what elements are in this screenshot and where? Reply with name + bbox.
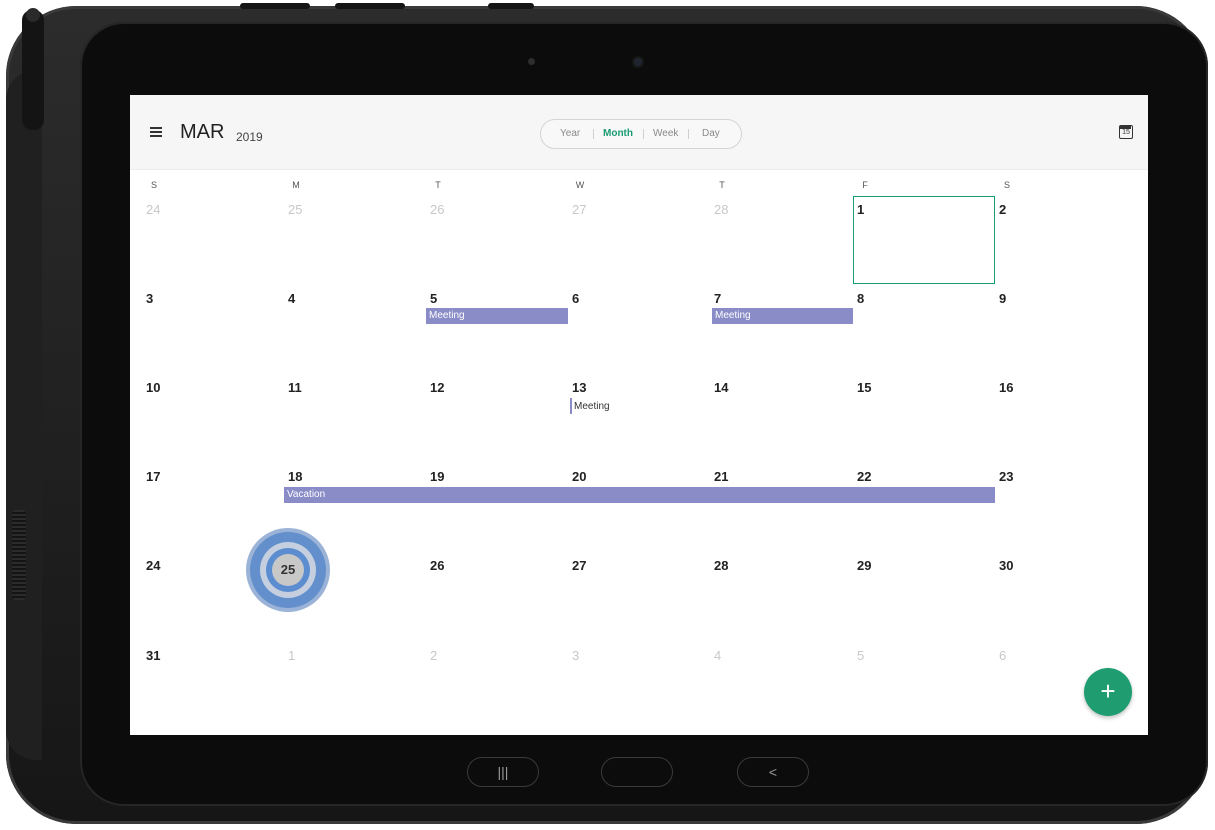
weekday-header: T bbox=[435, 180, 441, 190]
day-cell[interactable]: 9 bbox=[999, 291, 1006, 306]
event-meeting-5[interactable]: Meeting bbox=[426, 308, 568, 324]
calendar-today-icon[interactable]: 15 bbox=[1119, 125, 1133, 139]
day-cell[interactable]: 2 bbox=[999, 202, 1006, 217]
day-cell[interactable]: 27 bbox=[572, 558, 586, 573]
tablet-side-grip bbox=[6, 70, 42, 760]
top-vent bbox=[488, 3, 534, 9]
day-cell[interactable]: 26 bbox=[430, 558, 444, 573]
weekday-header: T bbox=[719, 180, 725, 190]
day-cell[interactable]: 27 bbox=[572, 202, 586, 217]
year-title: 2019 bbox=[236, 130, 263, 144]
day-cell[interactable]: 24 bbox=[146, 202, 160, 217]
weekday-header: F bbox=[862, 180, 868, 190]
day-cell[interactable]: 1 bbox=[857, 202, 864, 217]
hamburger-menu-icon[interactable] bbox=[150, 127, 162, 137]
day-cell[interactable]: 3 bbox=[146, 291, 153, 306]
day-cell[interactable]: 16 bbox=[999, 380, 1013, 395]
weekday-header: S bbox=[150, 180, 157, 190]
front-camera bbox=[634, 58, 642, 66]
day-cell[interactable]: 23 bbox=[999, 469, 1013, 484]
add-event-button[interactable]: + bbox=[1084, 668, 1132, 716]
volume-button bbox=[240, 3, 310, 9]
event-vacation[interactable]: Vacation bbox=[284, 487, 995, 503]
recents-key[interactable]: ||| bbox=[467, 757, 539, 787]
day-cell[interactable]: 28 bbox=[714, 558, 728, 573]
view-option-week[interactable]: Week bbox=[653, 128, 678, 139]
day-cell[interactable]: 22 bbox=[857, 469, 871, 484]
day-cell[interactable]: 15 bbox=[857, 380, 871, 395]
power-button bbox=[335, 3, 405, 9]
day-cell[interactable]: 3 bbox=[572, 648, 579, 663]
selected-day-box bbox=[853, 196, 995, 284]
day-cell[interactable]: 21 bbox=[714, 469, 728, 484]
view-option-month[interactable]: Month bbox=[603, 128, 633, 139]
day-cell[interactable]: 17 bbox=[146, 469, 160, 484]
day-cell[interactable]: 7 bbox=[714, 291, 721, 306]
day-cell[interactable]: 2 bbox=[430, 648, 437, 663]
day-cell[interactable]: 5 bbox=[857, 648, 864, 663]
month-title: MAR bbox=[180, 121, 225, 143]
day-cell[interactable]: 4 bbox=[714, 648, 721, 663]
day-cell[interactable]: 5 bbox=[430, 291, 437, 306]
day-cell[interactable]: 6 bbox=[572, 291, 579, 306]
day-cell[interactable]: 11 bbox=[288, 380, 302, 395]
day-cell[interactable]: 25 bbox=[288, 202, 302, 217]
day-cell[interactable]: 8 bbox=[857, 291, 864, 306]
view-switcher: Year Month Week Day bbox=[540, 119, 742, 149]
day-cell[interactable]: 12 bbox=[430, 380, 444, 395]
day-cell[interactable]: 29 bbox=[857, 558, 871, 573]
back-key[interactable]: < bbox=[737, 757, 809, 787]
s-pen bbox=[22, 10, 44, 130]
home-key[interactable] bbox=[601, 757, 673, 787]
day-cell[interactable]: 14 bbox=[714, 380, 728, 395]
touch-indicator: 25 bbox=[246, 528, 330, 612]
weekday-header: M bbox=[292, 180, 300, 190]
day-cell[interactable]: 31 bbox=[146, 648, 160, 663]
event-meeting-7[interactable]: Meeting bbox=[712, 308, 853, 324]
day-cell-today[interactable]: 25 bbox=[272, 562, 304, 577]
view-option-year[interactable]: Year bbox=[560, 128, 580, 139]
day-cell[interactable]: 6 bbox=[999, 648, 1006, 663]
event-meeting-13[interactable]: Meeting bbox=[574, 401, 610, 412]
weekday-header: W bbox=[575, 180, 585, 190]
s-pen-cap bbox=[26, 8, 40, 22]
month-grid: Meeting Meeting Meeting Vacation + S M T W T… bbox=[130, 169, 1148, 735]
calendar-header: MAR 2019 Year Month Week Day 15 bbox=[130, 95, 1148, 169]
day-cell[interactable]: 24 bbox=[146, 558, 160, 573]
day-cell[interactable]: 18 bbox=[288, 469, 302, 484]
light-sensor bbox=[528, 58, 535, 65]
day-cell[interactable]: 10 bbox=[146, 380, 160, 395]
day-cell[interactable]: 19 bbox=[430, 469, 444, 484]
day-cell[interactable]: 1 bbox=[288, 648, 295, 663]
event-marker-13 bbox=[570, 398, 572, 414]
weekday-header: S bbox=[1003, 180, 1010, 190]
day-cell[interactable]: 4 bbox=[288, 291, 295, 306]
tablet-grip-texture bbox=[12, 510, 26, 600]
day-cell[interactable]: 28 bbox=[714, 202, 728, 217]
day-cell[interactable]: 13 bbox=[572, 380, 586, 395]
screen: MAR 2019 Year Month Week Day 15 Meeting … bbox=[130, 95, 1148, 735]
view-option-day[interactable]: Day bbox=[702, 128, 720, 139]
day-cell[interactable]: 26 bbox=[430, 202, 444, 217]
day-cell[interactable]: 20 bbox=[572, 469, 586, 484]
day-cell[interactable]: 30 bbox=[999, 558, 1013, 573]
